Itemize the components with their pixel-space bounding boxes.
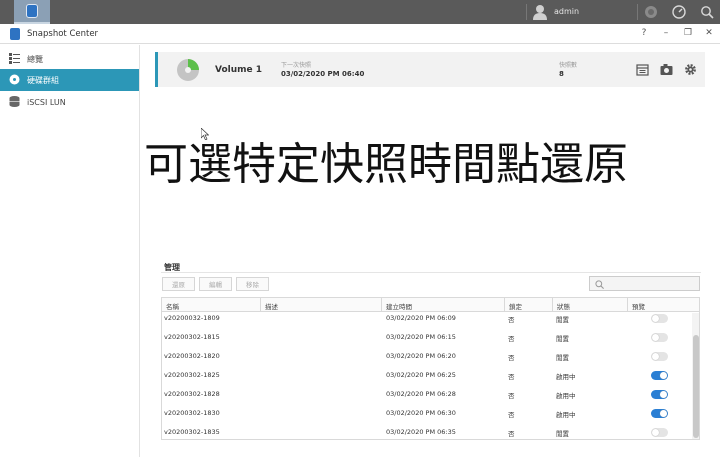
- sidebar-item-label: 總覽: [27, 54, 43, 64]
- snapshot-table: 名稱 描述 建立時間 鎖定 狀態 預覽 v20200032-1809 03/02/…: [161, 297, 700, 440]
- snapshot-status: 閒置: [556, 316, 569, 324]
- snapshot-status: 啟用中: [556, 411, 576, 419]
- snapshot-name: v20200302-1835: [164, 428, 220, 436]
- sidebar-item-iscsi-lun[interactable]: iSCSI LUN: [0, 91, 139, 113]
- preview-toggle[interactable]: [651, 428, 668, 437]
- snapshot-locked: 否: [508, 430, 515, 438]
- database-icon: [26, 4, 38, 18]
- restore-button[interactable]: 還原: [162, 277, 195, 291]
- user-avatar-icon[interactable]: [533, 4, 547, 20]
- snapshot-center-app-tab[interactable]: [14, 0, 50, 24]
- toggle-knob: [652, 429, 659, 436]
- snapshot-created-time: 03/02/2020 PM 06:30: [386, 409, 456, 417]
- snapshot-count-value: 8: [559, 70, 564, 78]
- snapshot-created-time: 03/02/2020 PM 06:35: [386, 428, 456, 436]
- notification-icon[interactable]: [644, 5, 658, 19]
- volume-name: Volume 1: [215, 65, 263, 75]
- restore-button[interactable]: ❐: [682, 28, 694, 38]
- table-row[interactable]: v20200302-1835 03/02/2020 PM 06:35 否 閒置: [162, 423, 690, 439]
- minimize-button[interactable]: –: [660, 28, 672, 38]
- snapshot-created-time: 03/02/2020 PM 06:25: [386, 371, 456, 379]
- system-topbar: admin: [0, 0, 720, 24]
- table-row[interactable]: v20200302-1828 03/02/2020 PM 06:28 否 啟用中: [162, 385, 690, 404]
- snapshot-name: v20200032-1809: [164, 314, 220, 322]
- snapshot-count-label: 快照數: [559, 62, 578, 69]
- sidebar-item-disk-group[interactable]: 硬碟群組: [0, 69, 139, 91]
- snapshot-locked: 否: [508, 335, 515, 343]
- table-scrollbar[interactable]: [692, 313, 699, 439]
- topbar-divider: [637, 4, 638, 20]
- snapshot-locked: 否: [508, 411, 515, 419]
- snapshot-name: v20200302-1830: [164, 409, 220, 417]
- sidebar: 總覽 硬碟群組 iSCSI LUN: [0, 45, 140, 457]
- snapshot-status: 閒置: [556, 354, 569, 362]
- search-icon[interactable]: [700, 5, 714, 19]
- calendar-icon[interactable]: [636, 63, 649, 76]
- preview-toggle[interactable]: [651, 333, 668, 342]
- window-titlebar: Snapshot Center ? – ❐ ✕: [0, 24, 720, 44]
- snapshot-created-time: 03/02/2020 PM 06:15: [386, 333, 456, 341]
- preview-toggle[interactable]: [651, 371, 668, 380]
- toggle-knob: [660, 410, 667, 417]
- app-database-icon: [10, 28, 20, 40]
- preview-toggle[interactable]: [651, 352, 668, 361]
- snapshot-status: 啟用中: [556, 392, 576, 400]
- window-title: Snapshot Center: [27, 29, 99, 39]
- snapshot-name: v20200302-1825: [164, 371, 220, 379]
- help-button[interactable]: ?: [638, 28, 650, 38]
- snapshot-status: 閒置: [556, 430, 569, 438]
- volume-summary-bar[interactable]: Volume 1 下一次快照 03/02/2020 PM 06:40 快照數 8: [155, 52, 705, 87]
- next-snapshot-label: 下一次快照: [281, 62, 312, 69]
- scrollbar-thumb[interactable]: [693, 335, 699, 438]
- snapshot-search-input[interactable]: [589, 276, 700, 291]
- gear-icon[interactable]: [684, 63, 697, 76]
- table-row[interactable]: v20200302-1820 03/02/2020 PM 06:20 否 閒置: [162, 347, 690, 366]
- preview-toggle[interactable]: [651, 390, 668, 399]
- table-row[interactable]: v20200302-1825 03/02/2020 PM 06:25 否 啟用中: [162, 366, 690, 385]
- snapshot-created-time: 03/02/2020 PM 06:09: [386, 314, 456, 322]
- snapshot-name: v20200302-1828: [164, 390, 220, 398]
- camera-icon[interactable]: [660, 63, 673, 76]
- list-icon: [9, 53, 20, 64]
- toggle-knob: [652, 334, 659, 341]
- snapshot-status: 啟用中: [556, 373, 576, 381]
- edit-button[interactable]: 編輯: [199, 277, 232, 291]
- sidebar-item-overview[interactable]: 總覽: [0, 48, 139, 70]
- close-button[interactable]: ✕: [703, 28, 715, 38]
- snapshot-locked: 否: [508, 316, 515, 324]
- next-snapshot-value: 03/02/2020 PM 06:40: [281, 70, 365, 78]
- database-icon: [9, 96, 20, 107]
- sidebar-item-label: 硬碟群組: [27, 75, 59, 85]
- snapshot-created-time: 03/02/2020 PM 06:20: [386, 352, 456, 360]
- dashboard-gauge-icon[interactable]: [672, 5, 686, 19]
- toggle-knob: [660, 391, 667, 398]
- snapshot-name: v20200302-1820: [164, 352, 220, 360]
- divider: [161, 272, 701, 273]
- snapshot-name: v20200302-1815: [164, 333, 220, 341]
- restore-caption: 可選特定快照時間點還原: [144, 139, 628, 190]
- snapshot-created-time: 03/02/2020 PM 06:28: [386, 390, 456, 398]
- toggle-knob: [652, 353, 659, 360]
- volume-usage-disk-icon: [177, 59, 199, 81]
- disk-icon: [9, 74, 20, 85]
- snapshot-locked: 否: [508, 373, 515, 381]
- table-row[interactable]: v20200032-1809 03/02/2020 PM 06:09 否 閒置: [162, 309, 690, 328]
- username-label[interactable]: admin: [554, 7, 579, 16]
- search-icon: [595, 280, 604, 289]
- snapshot-locked: 否: [508, 354, 515, 362]
- toggle-knob: [652, 315, 659, 322]
- table-row[interactable]: v20200302-1830 03/02/2020 PM 06:30 否 啟用中: [162, 404, 690, 423]
- topbar-divider: [526, 4, 527, 20]
- remove-button[interactable]: 移除: [236, 277, 269, 291]
- snapshot-status: 閒置: [556, 335, 569, 343]
- preview-toggle[interactable]: [651, 409, 668, 418]
- toggle-knob: [660, 372, 667, 379]
- snapshot-locked: 否: [508, 392, 515, 400]
- preview-toggle[interactable]: [651, 314, 668, 323]
- table-row[interactable]: v20200302-1815 03/02/2020 PM 06:15 否 閒置: [162, 328, 690, 347]
- sidebar-item-label: iSCSI LUN: [27, 97, 66, 107]
